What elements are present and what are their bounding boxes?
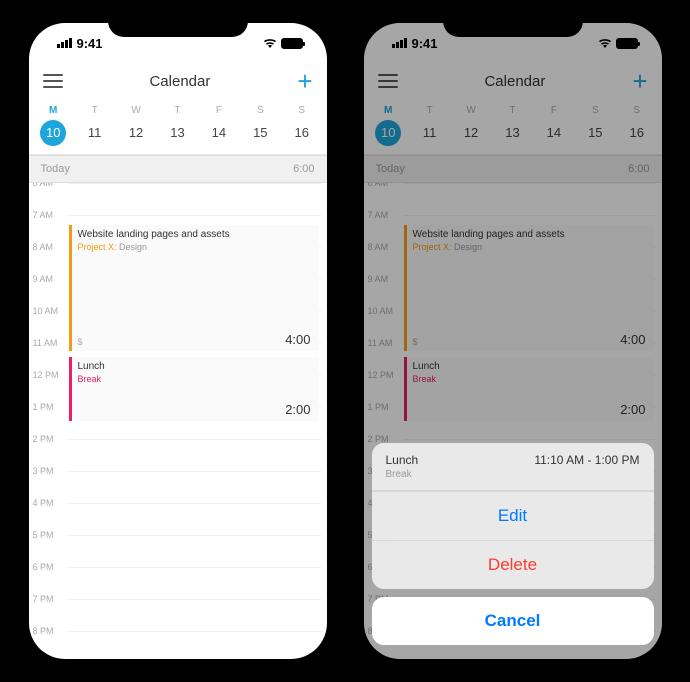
event-lunch[interactable]: Lunch Break 2:00 [69, 357, 319, 421]
page-title: Calendar [149, 73, 210, 90]
delete-button[interactable]: Delete [372, 540, 654, 589]
notch [108, 11, 248, 37]
screen: 9:41 Calendar + M10 T11 W12 T13 F14 S15 … [29, 23, 327, 659]
wifi-icon [263, 38, 277, 48]
sheet-sub: Break [386, 469, 419, 480]
today-time: 6:00 [293, 163, 314, 175]
navbar: Calendar + [29, 63, 327, 99]
day-mon[interactable]: M10 [35, 105, 71, 146]
day-sun[interactable]: S16 [284, 105, 320, 146]
today-row: Today 6:00 [29, 155, 327, 183]
status-time: 9:41 [77, 36, 103, 51]
day-fri[interactable]: F14 [201, 105, 237, 146]
battery-icon [281, 38, 303, 49]
cancel-button[interactable]: Cancel [372, 597, 654, 645]
week-bar: M10 T11 W12 T13 F14 S15 S16 [29, 99, 327, 155]
sheet-timerange: 11:10 AM - 1:00 PM [534, 453, 639, 467]
day-wed[interactable]: W12 [118, 105, 154, 146]
phone-mockup-right: 9:41 Calendar + M10 T11 W12 T13 F14 S15 … [352, 11, 674, 671]
signal-icon [57, 38, 73, 48]
action-sheet: Lunch Break 11:10 AM - 1:00 PM Edit Dele… [372, 443, 654, 645]
sheet-title: Lunch [386, 453, 419, 467]
timeline[interactable]: 6 AM 7 AM 8 AM 9 AM 10 AM 11 AM 12 PM 1 … [29, 183, 327, 641]
day-sat[interactable]: S15 [242, 105, 278, 146]
event-website[interactable]: Website landing pages and assets Project… [69, 225, 319, 351]
menu-icon[interactable] [43, 74, 63, 88]
screen: 9:41 Calendar + M10 T11 W12 T13 F14 S15 … [364, 23, 662, 659]
day-thu[interactable]: T13 [159, 105, 195, 146]
phone-mockup-left: 9:41 Calendar + M10 T11 W12 T13 F14 S15 … [17, 11, 339, 671]
today-label: Today [41, 163, 70, 175]
sheet-header: Lunch Break 11:10 AM - 1:00 PM [372, 443, 654, 491]
add-icon[interactable]: + [297, 66, 312, 97]
day-tue[interactable]: T11 [77, 105, 113, 146]
edit-button[interactable]: Edit [372, 491, 654, 540]
